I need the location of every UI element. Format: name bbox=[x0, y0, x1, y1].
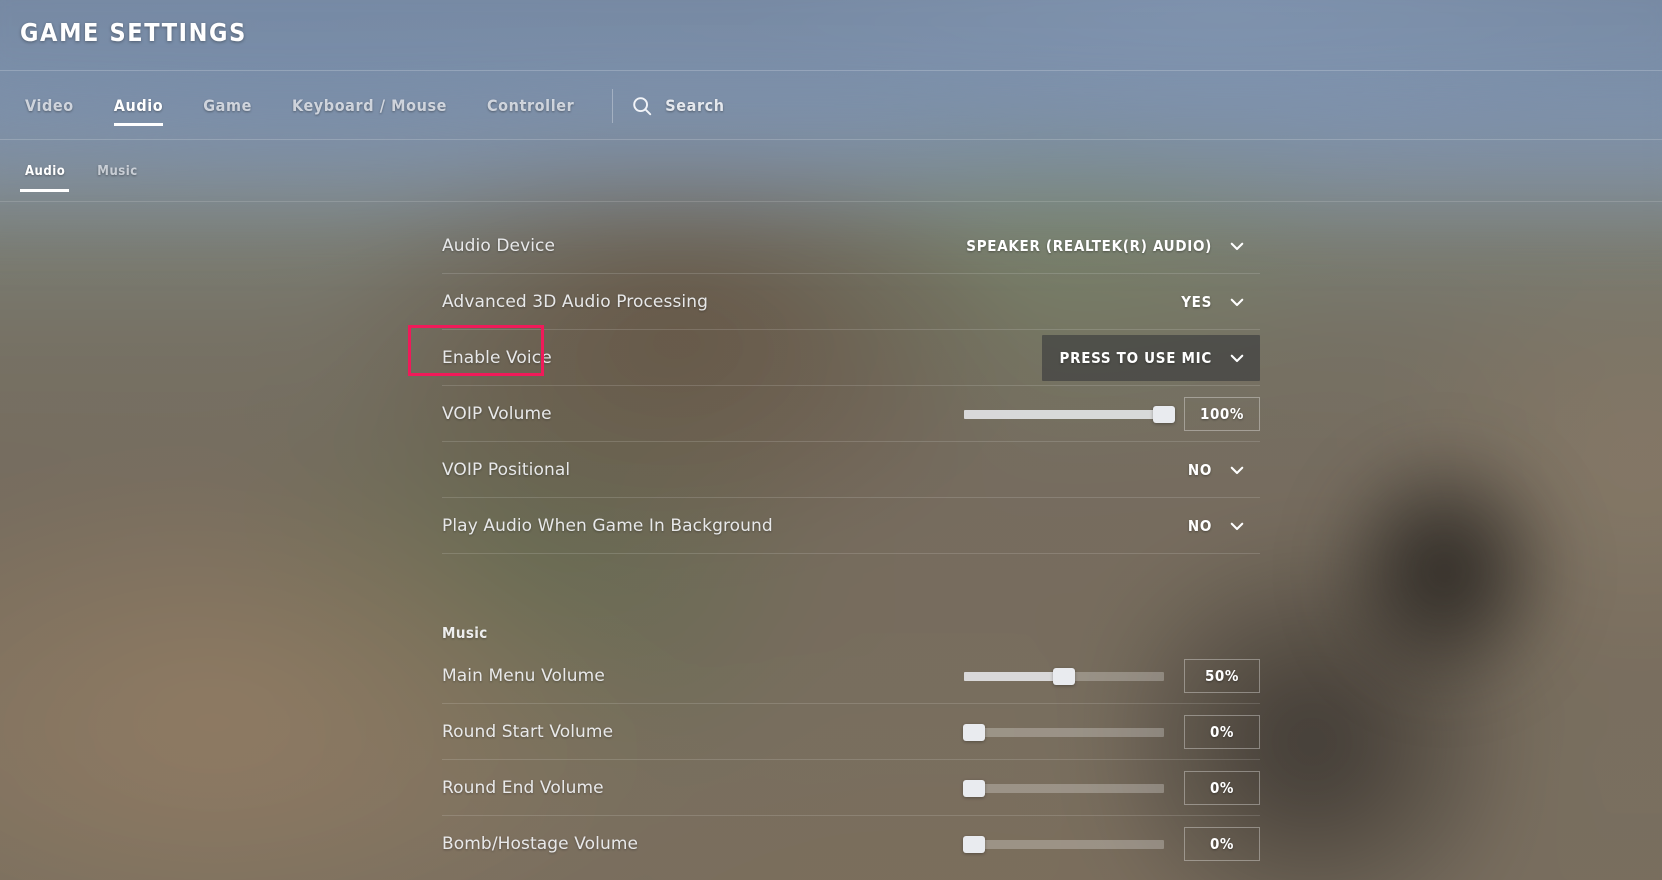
chevron-down-icon bbox=[1228, 349, 1246, 367]
slider-control-round-start-volume: 0% bbox=[963, 715, 1260, 749]
main-tab-video[interactable]: Video bbox=[20, 71, 86, 140]
dropdown-value: NO bbox=[1187, 461, 1212, 479]
setting-control-area: YES bbox=[1163, 274, 1260, 330]
setting-control-area: SPEAKER (REALTEK(R) AUDIO) bbox=[948, 218, 1260, 274]
slider-track[interactable] bbox=[963, 835, 1164, 853]
sub-tab-bar: Audio Music bbox=[0, 140, 1662, 202]
dropdown-value: SPEAKER (REALTEK(R) AUDIO) bbox=[966, 237, 1212, 255]
slider-control-main-menu-volume: 50% bbox=[964, 659, 1260, 693]
page-title: GAME SETTINGS bbox=[20, 18, 247, 47]
slider-control-bomb-hostage-volume: 0% bbox=[963, 827, 1260, 861]
chevron-down-icon bbox=[1228, 517, 1246, 535]
setting-control-area: PRESS TO USE MIC bbox=[1041, 330, 1260, 386]
slider-handle[interactable] bbox=[963, 835, 985, 853]
setting-row-round-end-volume: Round End Volume 0% bbox=[442, 760, 1260, 816]
chevron-down-icon bbox=[1228, 293, 1246, 311]
dropdown-value: NO bbox=[1187, 517, 1212, 535]
setting-label: Play Audio When Game In Background bbox=[442, 515, 773, 536]
slider-track[interactable] bbox=[963, 723, 1164, 741]
chevron-down-icon bbox=[1228, 461, 1246, 479]
main-tab-keyboard-mouse[interactable]: Keyboard / Mouse bbox=[280, 71, 459, 140]
setting-control-area: NO bbox=[1170, 498, 1260, 554]
setting-label: Round Start Volume bbox=[442, 721, 614, 742]
slider-fill bbox=[964, 409, 1164, 419]
setting-row-advanced-3d-audio-processing: Advanced 3D Audio Processing YES bbox=[442, 274, 1260, 330]
title-bar: GAME SETTINGS bbox=[0, 0, 1662, 71]
slider-value-text: 0% bbox=[1209, 835, 1235, 853]
slider-value-text: 0% bbox=[1209, 779, 1235, 797]
setting-control-area: 0% bbox=[963, 816, 1260, 872]
slider-handle[interactable] bbox=[1153, 405, 1175, 423]
setting-control-area: 50% bbox=[964, 648, 1260, 704]
dropdown-audio-device[interactable]: SPEAKER (REALTEK(R) AUDIO) bbox=[948, 223, 1260, 269]
slider-value-box[interactable]: 100% bbox=[1184, 397, 1260, 431]
setting-row-audio-device: Audio Device SPEAKER (REALTEK(R) AUDIO) bbox=[442, 218, 1260, 274]
setting-control-area: NO bbox=[1170, 442, 1260, 498]
setting-label: VOIP Volume bbox=[442, 403, 552, 424]
setting-row-play-audio-when-game-in-background: Play Audio When Game In Background NO bbox=[442, 498, 1260, 554]
main-tab-audio[interactable]: Audio bbox=[102, 71, 176, 140]
setting-label: Enable Voice bbox=[442, 347, 552, 368]
setting-control-area: 100% bbox=[964, 386, 1260, 442]
slider-value-text: 50% bbox=[1204, 667, 1240, 685]
slider-value-box[interactable]: 0% bbox=[1184, 771, 1260, 805]
slider-handle[interactable] bbox=[963, 723, 985, 741]
dropdown-play-audio-when-game-in-background[interactable]: NO bbox=[1170, 503, 1260, 549]
setting-row-main-menu-volume: Main Menu Volume 50% bbox=[442, 648, 1260, 704]
setting-label: Round End Volume bbox=[442, 777, 604, 798]
setting-row-round-start-volume: Round Start Volume 0% bbox=[442, 704, 1260, 760]
chevron-down-icon bbox=[1228, 237, 1246, 255]
setting-row-enable-voice: Enable Voice PRESS TO USE MIC bbox=[442, 330, 1260, 386]
dropdown-advanced-3d-audio-processing[interactable]: YES bbox=[1163, 279, 1260, 325]
slider-control-voip-volume: 100% bbox=[964, 397, 1260, 431]
setting-control-area: 0% bbox=[963, 760, 1260, 816]
slider-value-box[interactable]: 0% bbox=[1184, 827, 1260, 861]
slider-handle[interactable] bbox=[1053, 667, 1075, 685]
slider-value-text: 100% bbox=[1199, 405, 1245, 423]
setting-control-area: 0% bbox=[963, 704, 1260, 760]
dropdown-value: PRESS TO USE MIC bbox=[1059, 349, 1212, 367]
main-tab-bar: Video Audio Game Keyboard / Mouse Controller… bbox=[0, 71, 1662, 140]
slider-track[interactable] bbox=[963, 779, 1164, 797]
slider-value-text: 0% bbox=[1209, 723, 1235, 741]
sub-tab-audio[interactable]: Audio bbox=[20, 140, 75, 202]
slider-value-box[interactable]: 50% bbox=[1184, 659, 1260, 693]
search-button[interactable]: Search bbox=[631, 95, 724, 117]
setting-label: Advanced 3D Audio Processing bbox=[442, 291, 708, 312]
slider-value-box[interactable]: 0% bbox=[1184, 715, 1260, 749]
dropdown-value: YES bbox=[1181, 293, 1212, 311]
main-tab-controller[interactable]: Controller bbox=[475, 71, 586, 140]
settings-list: Audio Device SPEAKER (REALTEK(R) AUDIO) Ad… bbox=[442, 218, 1260, 872]
setting-row-voip-positional: VOIP Positional NO bbox=[442, 442, 1260, 498]
dropdown-voip-positional[interactable]: NO bbox=[1170, 447, 1260, 493]
slider-control-round-end-volume: 0% bbox=[963, 771, 1260, 805]
setting-row-bomb-hostage-volume: Bomb/Hostage Volume 0% bbox=[442, 816, 1260, 872]
setting-row-voip-volume: VOIP Volume 100% bbox=[442, 386, 1260, 442]
main-tab-game[interactable]: Game bbox=[191, 71, 264, 140]
group-heading-music: Music bbox=[442, 624, 488, 642]
tab-divider bbox=[612, 88, 614, 123]
setting-label: Audio Device bbox=[442, 235, 556, 256]
setting-label: Bomb/Hostage Volume bbox=[442, 834, 639, 854]
setting-label: VOIP Positional bbox=[442, 459, 571, 480]
slider-track[interactable] bbox=[964, 405, 1175, 423]
dropdown-enable-voice[interactable]: PRESS TO USE MIC bbox=[1041, 335, 1260, 381]
slider-fill bbox=[964, 671, 1064, 681]
search-label: Search bbox=[665, 96, 725, 115]
setting-label: Main Menu Volume bbox=[442, 665, 605, 686]
search-icon bbox=[631, 95, 653, 117]
slider-track[interactable] bbox=[964, 667, 1164, 685]
slider-handle[interactable] bbox=[963, 779, 985, 797]
sub-tab-music[interactable]: Music bbox=[87, 140, 147, 202]
